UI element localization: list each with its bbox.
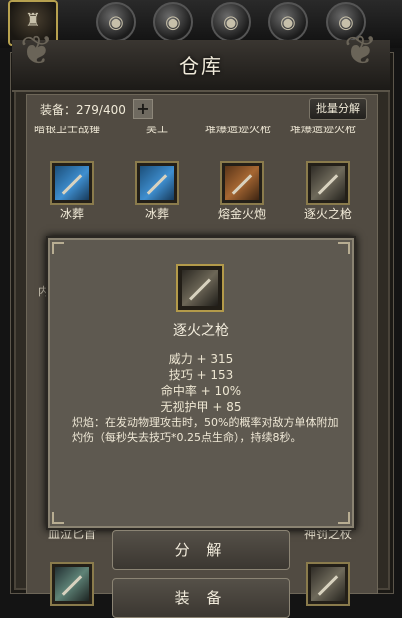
item-slot[interactable] [50,161,94,205]
dagger-icon [55,567,89,601]
tab-shield[interactable]: ◉ [268,2,308,42]
corner-ornament [52,512,64,524]
sword-icon [140,166,174,200]
item-stat: 命中率 + 10% [160,384,242,398]
item-label: 堆爆遗迹火枪 [290,126,356,135]
item-slot[interactable] [306,161,350,205]
decompose-button[interactable]: 分 解 [112,530,290,570]
item-label: 冰葬 [144,207,169,221]
item-detail-name: 逐火之枪 [173,323,229,339]
item-slot[interactable] [50,562,94,606]
item-slot[interactable] [135,161,179,205]
spear-icon [311,166,345,200]
gauntlet-icon: ◉ [223,12,239,33]
cannon-icon [225,166,259,200]
corner-ornament [338,242,350,254]
equip-button[interactable]: 装 备 [112,578,290,618]
shield-icon: ◉ [280,12,296,33]
item-description: 炽焰：在发动物理攻击时，50%的概率对敌方单体附加灼伤（每秒失去技巧*0.25点… [72,416,339,444]
capacity-counter: 装备：279/400 [40,103,126,117]
spear-icon [311,567,345,601]
item-label: 堆爆遗迹火枪 [205,126,271,135]
batch-decompose-button[interactable]: 批量分解 [309,98,367,120]
item-slot[interactable] [306,562,350,606]
item-label: 冰葬 [59,207,84,221]
tab-bracer[interactable]: ◉ [153,2,193,42]
item-stat: 技巧 + 153 [168,368,234,382]
sword-icon [55,166,89,200]
item-stat: 威力 + 315 [168,352,234,366]
item-label: 熔金火炮 [217,207,266,221]
page-title: 仓库 [179,54,223,78]
item-label: 逐火之枪 [303,207,352,221]
item-detail-icon [176,264,224,312]
expand-capacity-button[interactable]: + [133,99,153,119]
item-slot[interactable] [220,161,264,205]
item-stat: 无视护甲 + 85 [160,400,242,414]
item-label: 暗银卫士战锤 [34,126,100,135]
corner-ornament [338,512,350,524]
corner-ornament [52,242,64,254]
item-label: 吴工 [146,126,168,135]
bracer-icon: ◉ [165,12,181,33]
tab-gauntlet[interactable]: ◉ [211,2,251,42]
spear-icon [182,270,218,306]
